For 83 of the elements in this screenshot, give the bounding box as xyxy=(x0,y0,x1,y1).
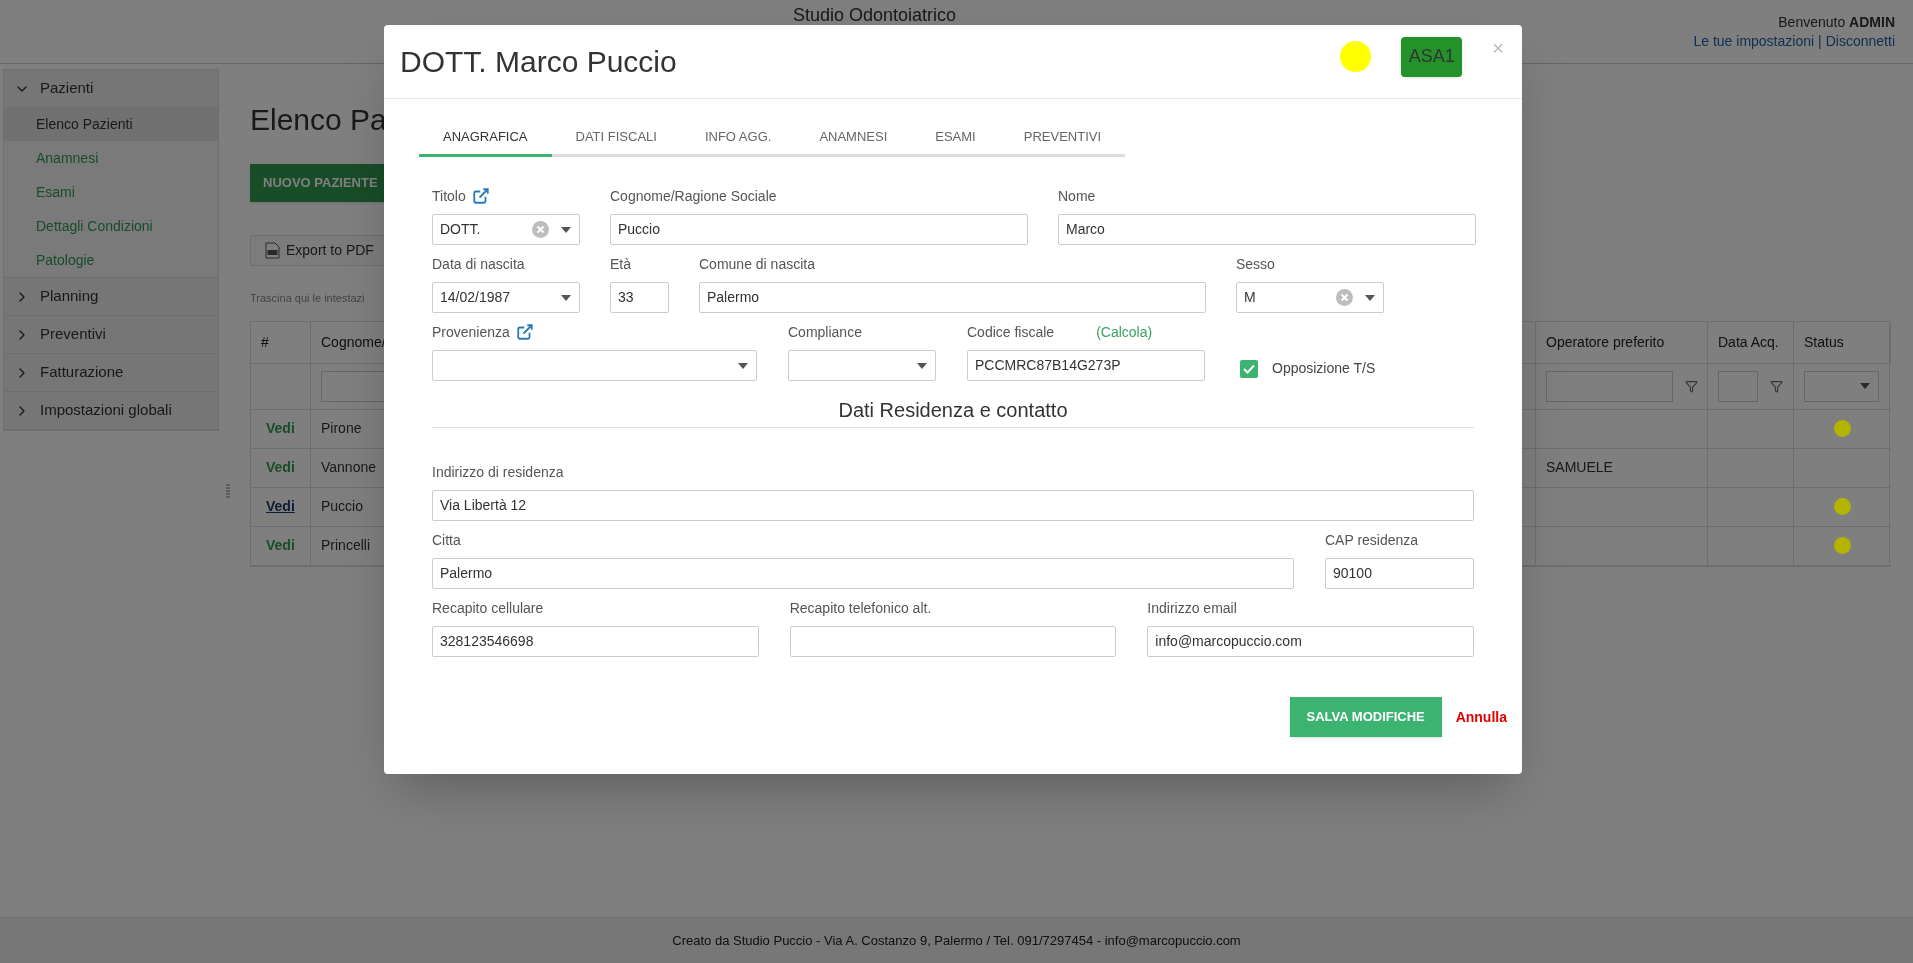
text-field[interactable]: 90100 xyxy=(1325,558,1474,589)
tab[interactable]: ANAGRAFICA xyxy=(419,120,552,157)
footer-text: Creato da Studio Puccio - Via A. Costanzo 9, Palermo / Tel. 091/7297454 - info@marcopuccio.com xyxy=(672,931,1241,950)
select-field[interactable] xyxy=(432,350,757,381)
caret-icon xyxy=(1365,294,1375,301)
page-title: Elenco Pa xyxy=(250,102,387,138)
welcome-text: Benvenuto ADMIN xyxy=(1778,13,1895,32)
view-link[interactable]: Vedi xyxy=(266,457,295,478)
filter-input[interactable] xyxy=(1718,370,1758,402)
filter-input[interactable] xyxy=(1546,370,1673,402)
sidebar-section[interactable]: Fatturazione xyxy=(4,354,218,391)
text-field[interactable] xyxy=(789,626,1117,657)
view-link[interactable]: Vedi xyxy=(266,535,295,556)
view-link[interactable]: Vedi xyxy=(266,496,295,517)
field-label: Cognome/Ragione Sociale xyxy=(610,186,777,206)
tab[interactable]: ESAMI xyxy=(911,120,1000,157)
field-label: Compliance xyxy=(788,322,862,342)
table-cell: SAMUELE xyxy=(1536,448,1708,488)
select-field[interactable]: M xyxy=(1236,282,1384,313)
caret-icon xyxy=(561,226,571,233)
text-field[interactable]: Puccio xyxy=(610,214,1028,245)
sidebar-section[interactable]: Impostazioni globali xyxy=(4,392,218,429)
sidebar-section[interactable]: Planning xyxy=(4,278,218,315)
asa-badge: ASA1 xyxy=(1401,36,1463,77)
column-header[interactable]: # xyxy=(251,321,311,364)
text-field[interactable]: PCCMRC87B14G273P xyxy=(967,350,1205,381)
cancel-link[interactable]: Annulla xyxy=(1455,706,1507,728)
calcola-link[interactable]: (Calcola) xyxy=(1096,321,1153,343)
text-field[interactable]: 328123546698 xyxy=(432,626,759,657)
tab[interactable]: INFO AGG. xyxy=(680,120,796,157)
caret-icon xyxy=(917,362,927,369)
field-label: Comune di nascita xyxy=(699,254,815,274)
view-link[interactable]: Vedi xyxy=(266,418,295,439)
field-label: Citta xyxy=(432,530,461,550)
field-label: Recapito telefonico alt. xyxy=(789,598,932,618)
caret-icon xyxy=(561,294,571,301)
caret-icon xyxy=(1860,383,1870,389)
column-header[interactable]: Status xyxy=(1794,321,1891,364)
checkbox-label: Opposizione T/S xyxy=(1272,359,1376,378)
field-label: Nome xyxy=(1058,186,1096,206)
checkbox[interactable] xyxy=(1240,359,1258,378)
field-label: Provenienza xyxy=(432,322,510,342)
external-link-icon[interactable] xyxy=(515,323,534,341)
text-field[interactable]: Marco xyxy=(1058,214,1476,245)
field-label: Età xyxy=(610,254,631,274)
select-field[interactable] xyxy=(788,350,936,381)
filter-icon[interactable] xyxy=(1685,379,1698,393)
text-field[interactable]: 33 xyxy=(610,282,669,313)
field-label: Codice fiscale xyxy=(967,322,1055,342)
caret-icon xyxy=(738,362,748,369)
tab[interactable]: DATI FISCALI xyxy=(551,120,681,157)
field-label: Sesso xyxy=(1236,254,1275,274)
text-field[interactable]: Palermo xyxy=(432,558,1294,589)
text-field[interactable]: info@marcopuccio.com xyxy=(1147,626,1474,657)
select-field[interactable]: DOTT. xyxy=(432,214,580,245)
field-label: Indirizzo email xyxy=(1147,598,1237,618)
resize-handle-icon xyxy=(226,484,230,500)
field-label: Data di nascita xyxy=(432,254,525,274)
logout-link[interactable]: Disconnetti xyxy=(1825,32,1895,51)
text-field[interactable]: Via Libertà 12 xyxy=(432,490,1474,521)
tab[interactable]: PREVENTIVI xyxy=(999,120,1126,157)
dialog-title: DOTT. Marco Puccio xyxy=(400,44,678,80)
save-button[interactable]: SALVA MODIFICHE xyxy=(1289,697,1442,737)
sidebar-section[interactable]: Preventivi xyxy=(4,316,218,353)
settings-link[interactable]: Le tue impostazioni xyxy=(1693,32,1815,51)
clear-icon[interactable] xyxy=(532,221,549,238)
field-label: Recapito cellulare xyxy=(432,598,544,618)
sidebar-item[interactable]: Elenco Pazienti xyxy=(4,107,218,141)
select-field[interactable]: 14/02/1987 xyxy=(432,282,580,313)
field-label: Indirizzo di residenza xyxy=(432,462,564,482)
column-header[interactable]: Data Acq. xyxy=(1708,321,1794,364)
filter-icon[interactable] xyxy=(1770,379,1783,393)
status-filter-select[interactable] xyxy=(1804,370,1879,402)
app-title: Studio Odontoiatrico xyxy=(793,4,957,27)
separator: | xyxy=(1818,32,1822,51)
sidebar-section[interactable]: Pazienti xyxy=(4,70,218,107)
field-label: CAP residenza xyxy=(1325,530,1419,550)
external-link-icon[interactable] xyxy=(471,187,490,205)
tab[interactable]: ANAMNESI xyxy=(795,120,912,157)
pdf-file-icon xyxy=(265,242,280,259)
column-header[interactable]: Operatore preferito xyxy=(1536,321,1708,364)
text-field[interactable]: Palermo xyxy=(699,282,1206,313)
clear-icon[interactable] xyxy=(1336,289,1353,306)
